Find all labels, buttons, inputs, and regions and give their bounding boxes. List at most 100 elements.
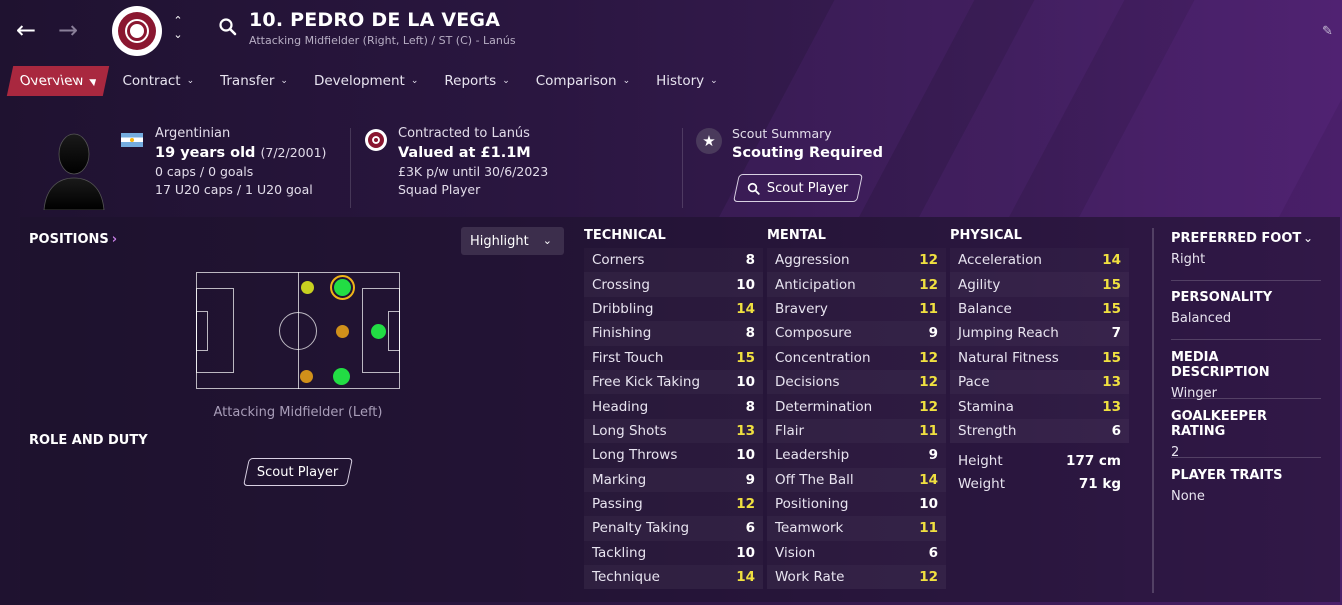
attribute-row[interactable]: Stamina 13 [950,394,1129,418]
attribute-name: Teamwork [775,520,844,537]
divider [1171,280,1321,281]
tab-comparison[interactable]: Comparison ⌄ [526,66,640,96]
divider [1171,457,1321,458]
attribute-name: Agility [958,276,1001,293]
weight-value: 71 kg [1078,476,1121,492]
attribute-name: Crossing [592,276,650,293]
mental-heading: MENTAL [767,228,826,243]
preferred-foot[interactable]: PREFERRED FOOT Right ⌄ [1171,231,1321,267]
physical-list: Acceleration 14 Agility 15 Balance 15 Jumping … [950,248,1129,444]
media-title: MEDIA DESCRIPTION [1171,350,1270,380]
attribute-row[interactable]: Off The Ball 14 [767,467,946,492]
scout-info: Scout Summary Scouting Required [732,126,883,161]
attribute-row[interactable]: Strength 6 [950,418,1129,444]
search-icon[interactable] [218,17,238,37]
attribute-row[interactable]: Determination 12 [767,394,946,418]
physical-heading: PHYSICAL [950,228,1022,243]
attribute-row[interactable]: Composure 9 [767,321,946,346]
attribute-value: 10 [736,276,755,293]
preferred-foot-value: Right [1171,252,1206,267]
club-crest[interactable] [112,6,162,56]
attribute-name: Leadership [775,447,850,464]
attribute-row[interactable]: Dribbling 14 [584,297,763,321]
player-switch-arrows[interactable]: ⌃ ⌄ [171,14,185,42]
attribute-value: 6 [928,544,938,561]
height-row: Height 177 cm [950,453,1129,469]
attribute-row[interactable]: Crossing 10 [584,272,763,297]
attribute-value: 12 [919,349,938,366]
attribute-value: 12 [736,496,755,513]
attribute-row[interactable]: Acceleration 14 [950,248,1129,272]
role-duty-heading: ROLE AND DUTY [29,433,148,448]
tab-development[interactable]: Development ⌄ [304,66,428,96]
attribute-row[interactable]: Heading 8 [584,394,763,418]
player-traits: PLAYER TRAITS None [1171,468,1321,504]
attribute-row[interactable]: Aggression 12 [767,248,946,272]
role-scout-player-button[interactable]: Scout Player [243,458,353,486]
attribute-row[interactable]: First Touch 15 [584,346,763,370]
edit-pencil-icon[interactable]: ✎ [1322,24,1333,39]
attribute-row[interactable]: Work Rate 12 [767,565,946,590]
attribute-row[interactable]: Marking 9 [584,467,763,492]
attribute-row[interactable]: Anticipation 12 [767,272,946,297]
attribute-row[interactable]: Technique 14 [584,565,763,590]
attribute-row[interactable]: Penalty Taking 6 [584,516,763,541]
lanus-crest-icon [365,129,387,151]
attribute-row[interactable]: Flair 11 [767,418,946,444]
attribute-row[interactable]: Teamwork 11 [767,516,946,541]
goalkeeper-rating: GOALKEEPER RATING 2 [1171,409,1321,460]
mental-attributes: MENTAL Aggression 12 Anticipation 12 Bravery 1… [767,228,946,590]
attribute-row[interactable]: Free Kick Taking 10 [584,369,763,395]
position-dot-aml [301,281,314,294]
attribute-row[interactable]: Leadership 9 [767,443,946,467]
attribute-value: 10 [919,496,938,513]
attribute-name: Vision [775,544,816,561]
attribute-name: Aggression [775,252,850,269]
personality-value: Balanced [1171,311,1232,326]
personality-title: PERSONALITY [1171,290,1273,305]
attribute-row[interactable]: Long Throws 10 [584,443,763,467]
attribute-row[interactable]: Bravery 11 [767,297,946,321]
attribute-row[interactable]: Jumping Reach 7 [950,321,1129,346]
attribute-name: Anticipation [775,276,856,293]
attribute-row[interactable]: Vision 6 [767,541,946,565]
attribute-name: Stamina [958,398,1014,415]
attribute-value: 8 [745,325,755,342]
attribute-value: 8 [745,252,755,269]
tab-overview[interactable]: Overview ▼ [6,66,110,96]
player-menu: Overview ▼ Contract ⌄ Transfer ⌄ Developmen… [6,66,734,96]
forward-arrow-icon[interactable]: → [58,18,78,42]
attribute-value: 14 [736,300,755,317]
attribute-row[interactable]: Positioning 10 [767,492,946,516]
attribute-name: Free Kick Taking [592,374,701,391]
position-dot-st [371,324,386,339]
tab-history[interactable]: History ⌄ [646,66,728,96]
contract-club: Contracted to Lanús [398,126,530,141]
attribute-row[interactable]: Passing 12 [584,492,763,516]
u20-caps: 17 U20 caps / 1 U20 goal [155,182,313,197]
back-arrow-icon[interactable]: ← [16,18,36,42]
scout-player-button[interactable]: Scout Player [733,174,863,202]
highlight-dropdown[interactable]: Highlight ⌄ [461,227,564,255]
attribute-row[interactable]: Decisions 12 [767,369,946,395]
tab-contract[interactable]: Contract ⌄ [112,66,204,96]
attribute-row[interactable]: Long Shots 13 [584,418,763,444]
attribute-row[interactable]: Finishing 8 [584,321,763,346]
tab-reports[interactable]: Reports ⌄ [434,66,519,96]
physical-attributes: PHYSICAL Acceleration 14 Agility 15 Balance 15… [950,228,1129,444]
attribute-value: 14 [736,569,755,586]
attribute-row[interactable]: Concentration 12 [767,346,946,370]
position-dot-amr [334,279,351,296]
chevron-down-icon[interactable]: ⌄ [1303,231,1313,245]
attribute-row[interactable]: Agility 15 [950,272,1129,297]
attribute-row[interactable]: Corners 8 [584,248,763,272]
attribute-name: Marking [592,471,647,488]
attribute-row[interactable]: Balance 15 [950,297,1129,321]
attribute-value: 13 [1102,374,1121,391]
positions-heading[interactable]: POSITIONS › [29,232,117,247]
tab-transfer[interactable]: Transfer ⌄ [210,66,298,96]
attribute-row[interactable]: Tackling 10 [584,541,763,565]
attribute-row[interactable]: Pace 13 [950,369,1129,395]
attribute-name: Composure [775,325,852,342]
attribute-row[interactable]: Natural Fitness 15 [950,346,1129,370]
